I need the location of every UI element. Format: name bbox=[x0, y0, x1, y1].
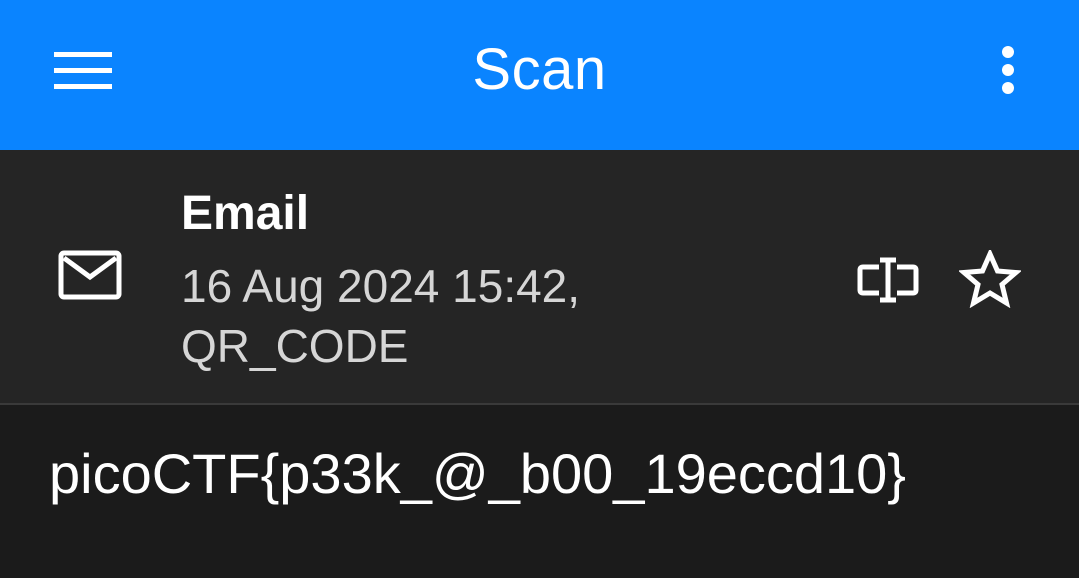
more-vertical-icon bbox=[1002, 46, 1014, 94]
rename-text-icon bbox=[857, 257, 919, 303]
rename-button[interactable] bbox=[852, 250, 924, 310]
result-meta: 16 Aug 2024 15:42, QR_CODE bbox=[181, 256, 821, 376]
more-options-button[interactable] bbox=[980, 35, 1036, 105]
page-title: Scan bbox=[472, 37, 607, 102]
result-format: QR_CODE bbox=[181, 320, 409, 372]
star-outline-icon bbox=[959, 250, 1021, 308]
result-type-label: Email bbox=[181, 187, 310, 240]
app-bar: Scan bbox=[0, 0, 1079, 150]
scan-screen: Scan Email 16 Aug 2024 15:42, QR_CODE pi… bbox=[0, 0, 1079, 578]
email-icon bbox=[58, 250, 122, 300]
scan-content-text: picoCTF{p33k_@_b00_19eccd10} bbox=[49, 442, 907, 505]
result-datetime: 16 Aug 2024 15:42, bbox=[181, 260, 581, 312]
favorite-button[interactable] bbox=[954, 246, 1026, 312]
